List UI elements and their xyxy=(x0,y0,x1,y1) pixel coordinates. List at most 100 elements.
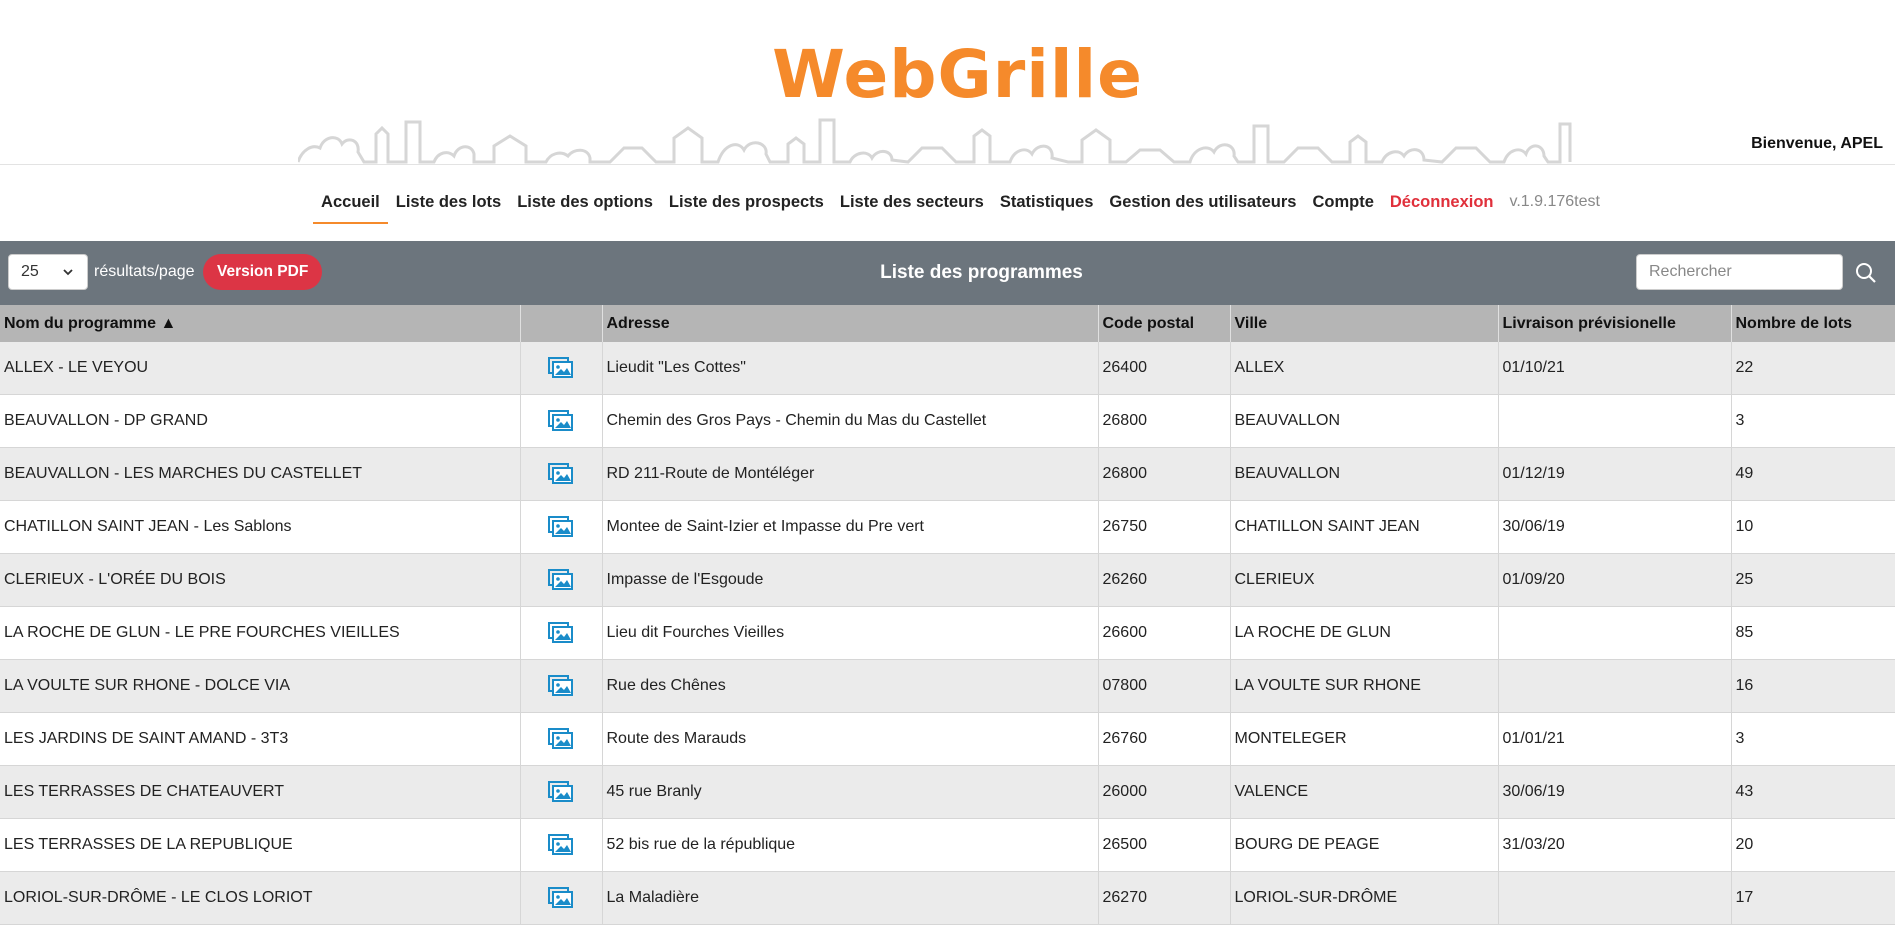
cell-nom: LORIOL-SUR-DRÔME - LE CLOS LORIOT xyxy=(0,871,521,925)
nav-liste-des-lots[interactable]: Liste des lots xyxy=(388,165,509,211)
image-gallery-icon[interactable] xyxy=(548,781,574,803)
cell-code-postal: 26800 xyxy=(1098,394,1231,448)
image-gallery-icon[interactable] xyxy=(548,569,574,591)
image-gallery-icon[interactable] xyxy=(548,410,574,432)
table-row[interactable]: BEAUVALLON - DP GRAND Chemin des Gros Pay… xyxy=(0,394,1895,448)
nav-liste-des-secteurs[interactable]: Liste des secteurs xyxy=(832,165,992,211)
nav-statistiques[interactable]: Statistiques xyxy=(992,165,1102,211)
image-gallery-icon[interactable] xyxy=(548,834,574,856)
table-row[interactable]: BEAUVALLON - LES MARCHES DU CASTELLET RD … xyxy=(0,447,1895,501)
cell-code-postal: 26750 xyxy=(1098,500,1231,554)
cell-image xyxy=(520,659,603,713)
cell-image xyxy=(520,871,603,925)
nav-liste-des-options[interactable]: Liste des options xyxy=(509,165,661,211)
cell-nombre-lots: 16 xyxy=(1731,659,1895,713)
search-icon[interactable] xyxy=(1854,261,1878,285)
image-gallery-icon[interactable] xyxy=(548,463,574,485)
image-gallery-icon[interactable] xyxy=(548,887,574,909)
cell-nombre-lots: 3 xyxy=(1731,712,1895,766)
cell-adresse: Lieudit "Les Cottes" xyxy=(602,342,1099,395)
cell-livraison: 30/06/19 xyxy=(1498,500,1732,554)
table-row[interactable]: LES TERRASSES DE LA REPUBLIQUE 52 bis rue… xyxy=(0,818,1895,872)
cell-livraison xyxy=(1498,606,1732,660)
cell-livraison: 01/12/19 xyxy=(1498,447,1732,501)
col-header-adresse[interactable]: Adresse xyxy=(602,305,1099,342)
cell-nombre-lots: 3 xyxy=(1731,394,1895,448)
cell-image xyxy=(520,712,603,766)
cell-code-postal: 07800 xyxy=(1098,659,1231,713)
table-row[interactable]: CHATILLON SAINT JEAN - Les Sablons Montee… xyxy=(0,500,1895,554)
cell-livraison: 01/10/21 xyxy=(1498,342,1732,395)
col-header-code-postal[interactable]: Code postal xyxy=(1098,305,1231,342)
cell-ville: CLERIEUX xyxy=(1230,553,1499,607)
cell-nombre-lots: 10 xyxy=(1731,500,1895,554)
cell-code-postal: 26760 xyxy=(1098,712,1231,766)
col-header-image xyxy=(520,305,603,342)
nav-gestion-des-utilisateurs[interactable]: Gestion des utilisateurs xyxy=(1101,165,1304,211)
cell-nombre-lots: 49 xyxy=(1731,447,1895,501)
cell-livraison xyxy=(1498,394,1732,448)
table-row[interactable]: LA VOULTE SUR RHONE - DOLCE VIA Rue des C… xyxy=(0,659,1895,713)
cell-adresse: Lieu dit Fourches Vieilles xyxy=(602,606,1099,660)
table-row[interactable]: LORIOL-SUR-DRÔME - LE CLOS LORIOT La Mala… xyxy=(0,871,1895,925)
app-version: v.1.9.176test xyxy=(1509,193,1600,210)
table-header-row: Nom du programme ▲ Adresse Code postal V… xyxy=(0,305,1895,342)
col-header-nom[interactable]: Nom du programme ▲ xyxy=(0,305,521,342)
cell-nombre-lots: 17 xyxy=(1731,871,1895,925)
cell-nombre-lots: 43 xyxy=(1731,765,1895,819)
cell-livraison: 01/09/20 xyxy=(1498,553,1732,607)
table-row[interactable]: LES TERRASSES DE CHATEAUVERT 45 rue Branl… xyxy=(0,765,1895,819)
cell-nombre-lots: 25 xyxy=(1731,553,1895,607)
table-row[interactable]: CLERIEUX - L'ORÉE DU BOIS Impasse de l'Es… xyxy=(0,553,1895,607)
cell-adresse: 45 rue Branly xyxy=(602,765,1099,819)
programmes-table: Nom du programme ▲ Adresse Code postal V… xyxy=(0,305,1895,925)
table-row[interactable]: LA ROCHE DE GLUN - LE PRE FOURCHES VIEIL… xyxy=(0,606,1895,660)
cell-code-postal: 26500 xyxy=(1098,818,1231,872)
cell-adresse: RD 211-Route de Montéléger xyxy=(602,447,1099,501)
cell-nombre-lots: 20 xyxy=(1731,818,1895,872)
nav-compte[interactable]: Compte xyxy=(1304,165,1381,211)
table-row[interactable]: ALLEX - LE VEYOU Lieudit "Les Cottes" 2640… xyxy=(0,342,1895,395)
nav-accueil[interactable]: Accueil xyxy=(313,165,388,224)
image-gallery-icon[interactable] xyxy=(548,728,574,750)
col-header-nombre-lots[interactable]: Nombre de lots xyxy=(1731,305,1895,342)
cell-nom: LES JARDINS DE SAINT AMAND - 3T3 xyxy=(0,712,521,766)
cell-image xyxy=(520,500,603,554)
cell-adresse: Impasse de l'Esgoude xyxy=(602,553,1099,607)
site-header: WebGrille Bienvenue, APEL xyxy=(0,0,1895,165)
site-logo[interactable]: WebGrille xyxy=(0,36,1895,113)
image-gallery-icon[interactable] xyxy=(548,622,574,644)
cell-code-postal: 26600 xyxy=(1098,606,1231,660)
cell-nom: LES TERRASSES DE LA REPUBLIQUE xyxy=(0,818,521,872)
list-title: Liste des programmes xyxy=(880,262,1083,283)
cell-ville: CHATILLON SAINT JEAN xyxy=(1230,500,1499,554)
cell-adresse: Rue des Chênes xyxy=(602,659,1099,713)
cell-adresse: Montee de Saint-Izier et Impasse du Pre … xyxy=(602,500,1099,554)
nav-liste-des-prospects[interactable]: Liste des prospects xyxy=(661,165,832,211)
skyline-decoration xyxy=(298,118,1572,164)
col-header-ville[interactable]: Ville xyxy=(1230,305,1499,342)
cell-image xyxy=(520,553,603,607)
image-gallery-icon[interactable] xyxy=(548,357,574,379)
cell-ville: ALLEX xyxy=(1230,342,1499,395)
image-gallery-icon[interactable] xyxy=(548,675,574,697)
table-row[interactable]: LES JARDINS DE SAINT AMAND - 3T3 Route de… xyxy=(0,712,1895,766)
cell-image xyxy=(520,447,603,501)
image-gallery-icon[interactable] xyxy=(548,516,574,538)
col-header-livraison[interactable]: Livraison prévisionelle xyxy=(1498,305,1732,342)
cell-adresse: 52 bis rue de la république xyxy=(602,818,1099,872)
logout-link[interactable]: Déconnexion xyxy=(1382,165,1502,211)
cell-image xyxy=(520,606,603,660)
welcome-message: Bienvenue, APEL xyxy=(1751,135,1883,152)
search-input[interactable] xyxy=(1636,254,1843,290)
cell-nom: LA VOULTE SUR RHONE - DOLCE VIA xyxy=(0,659,521,713)
cell-nom: BEAUVALLON - LES MARCHES DU CASTELLET xyxy=(0,447,521,501)
cell-nom: LA ROCHE DE GLUN - LE PRE FOURCHES VIEIL… xyxy=(0,606,521,660)
cell-code-postal: 26260 xyxy=(1098,553,1231,607)
cell-ville: BOURG DE PEAGE xyxy=(1230,818,1499,872)
cell-code-postal: 26400 xyxy=(1098,342,1231,395)
cell-image xyxy=(520,394,603,448)
cell-adresse: Chemin des Gros Pays - Chemin du Mas du … xyxy=(602,394,1099,448)
cell-adresse: Route des Marauds xyxy=(602,712,1099,766)
cell-livraison xyxy=(1498,871,1732,925)
